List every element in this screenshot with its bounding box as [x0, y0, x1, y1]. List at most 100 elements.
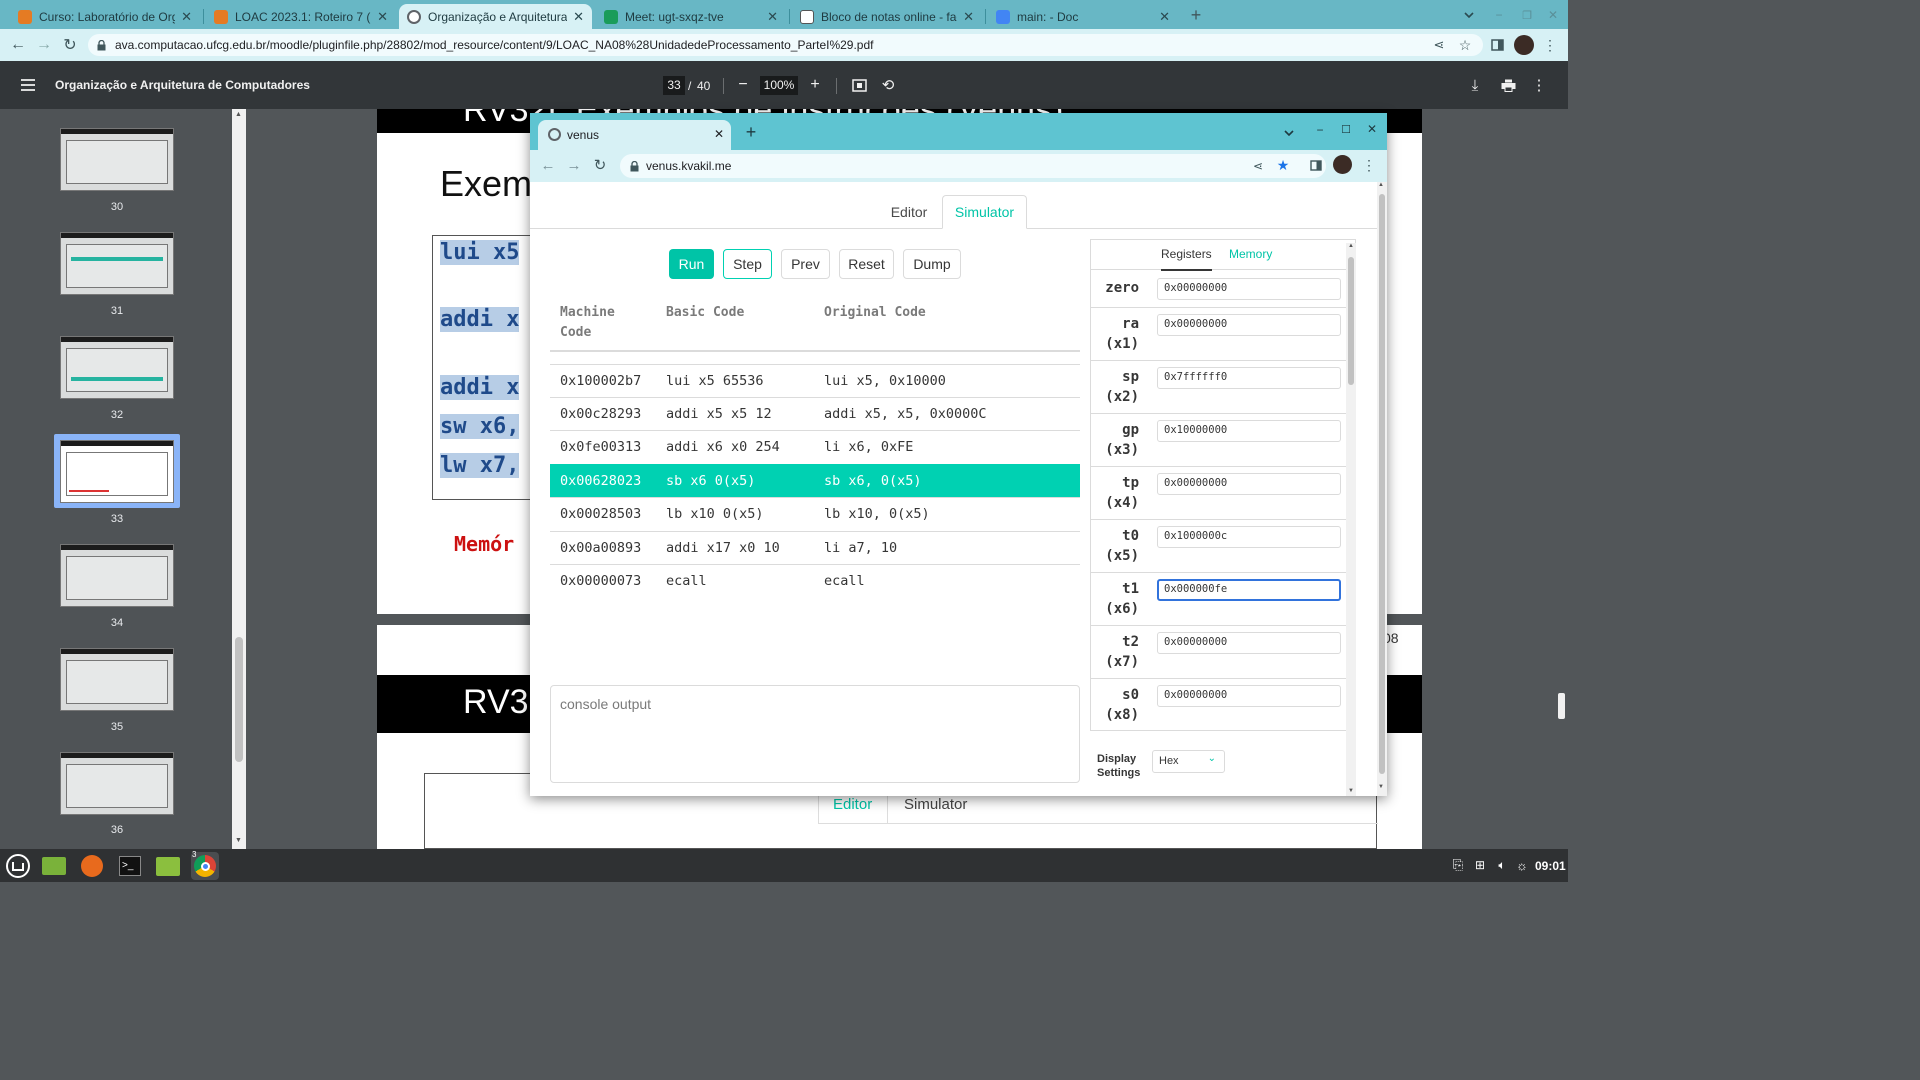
scroll-up-arrow-icon[interactable]: ▲ — [1378, 182, 1384, 188]
side-panel-icon[interactable] — [1488, 36, 1506, 54]
register-value-field[interactable]: 0x00000000 — [1157, 314, 1341, 336]
browser-menu-icon[interactable]: ⋮ — [1542, 36, 1558, 54]
volume-icon[interactable]: 🔈︎ — [1494, 857, 1510, 873]
close-window-icon[interactable]: ✕ — [1544, 6, 1562, 24]
zoom-out-icon[interactable]: − — [734, 76, 752, 94]
pdf-scrollbar[interactable] — [1555, 109, 1568, 849]
program-row[interactable]: 0x00028503 lb x10 0(x5) lb x10, 0(x5) — [550, 497, 1080, 530]
register-scrollbar-thumb[interactable] — [1348, 257, 1354, 385]
zoom-in-icon[interactable]: + — [806, 76, 824, 94]
program-row[interactable]: 0x00000073 ecall ecall — [550, 564, 1080, 597]
browser-menu-icon[interactable]: ⋮ — [1362, 156, 1376, 174]
minimize-window-icon[interactable]: − — [1490, 6, 1508, 24]
lock-icon[interactable] — [628, 160, 640, 172]
register-value-field[interactable]: 0x1000000c — [1157, 526, 1341, 548]
tab-search-icon[interactable] — [1281, 125, 1297, 141]
register-scrollbar[interactable]: ▲ ▼ — [1346, 243, 1356, 796]
pdf-more-icon[interactable]: ⋮ — [1532, 76, 1547, 94]
venus-address-bar[interactable]: venus.kvakil.me ⋖ ★ — [620, 154, 1326, 178]
register-value-field-focused[interactable]: 0x000000fe — [1157, 579, 1341, 601]
lock-icon[interactable] — [94, 38, 108, 52]
chrome-taskbar-icon[interactable]: 3 — [191, 850, 219, 880]
browser-tab-roteiro[interactable]: LOAC 2023.1: Roteiro 7 (Parte ✕ — [206, 4, 396, 29]
new-tab-button[interactable]: + — [742, 122, 760, 142]
step-button[interactable]: Step — [723, 249, 772, 279]
thumbnail-scrollbar-thumb[interactable] — [235, 637, 243, 762]
print-icon[interactable] — [1498, 76, 1518, 94]
start-menu-icon[interactable] — [4, 852, 32, 880]
back-icon[interactable]: ← — [8, 35, 28, 55]
bookmark-star-icon[interactable]: ☆ — [1456, 36, 1474, 54]
thumbnail-scrollbar[interactable]: ▲ ▼ — [232, 109, 246, 849]
thumbnail-page-36[interactable] — [60, 752, 174, 815]
clipboard-icon[interactable]: ⎘ — [1450, 857, 1466, 873]
reset-button[interactable]: Reset — [839, 249, 894, 279]
venus-page-scrollbar[interactable]: ▲ ▼ — [1377, 182, 1387, 796]
dump-button[interactable]: Dump — [903, 249, 961, 279]
register-value-field[interactable]: 0x00000000 — [1157, 473, 1341, 495]
fit-page-icon[interactable] — [850, 76, 868, 94]
scroll-down-arrow-icon[interactable]: ▼ — [235, 837, 242, 844]
terminal-icon[interactable]: >_ — [116, 852, 144, 880]
zoom-level-input[interactable]: 100% — [760, 76, 798, 95]
clock[interactable]: 09:01 — [1535, 859, 1566, 873]
browser-tab-notepad[interactable]: Bloco de notas online - faça ✕ — [792, 4, 982, 29]
console-output[interactable]: console output — [550, 685, 1080, 783]
thumbnail-page-30[interactable] — [60, 128, 174, 191]
tab-registers[interactable]: Registers — [1161, 247, 1212, 271]
show-desktop-icon[interactable] — [40, 852, 68, 880]
register-value-field[interactable]: 0x00000000 — [1157, 278, 1341, 300]
close-tab-icon[interactable]: ✕ — [573, 9, 584, 25]
new-tab-button[interactable]: + — [1186, 5, 1206, 25]
brightness-icon[interactable]: ☼ — [1514, 857, 1530, 873]
maximize-window-icon[interactable]: ☐ — [1338, 121, 1354, 137]
venus-tab[interactable]: venus ✕ — [538, 120, 731, 150]
browser-tab-meet[interactable]: Meet: ugt-sxqz-tve ✕ — [596, 4, 786, 29]
hamburger-menu-icon[interactable] — [18, 77, 38, 93]
share-icon[interactable]: ⋖ — [1430, 36, 1448, 54]
register-value-field[interactable]: 0x7ffffff0 — [1157, 367, 1341, 389]
program-row-current[interactable]: 0x00628023 sb x6 0(x5) sb x6, 0(x5) — [550, 464, 1080, 497]
minimize-window-icon[interactable]: − — [1312, 122, 1328, 138]
profile-avatar[interactable] — [1333, 155, 1352, 174]
register-value-field[interactable]: 0x10000000 — [1157, 420, 1341, 442]
tab-editor[interactable]: Editor — [876, 195, 942, 229]
forward-icon[interactable]: → — [565, 155, 583, 175]
tab-memory[interactable]: Memory — [1229, 247, 1272, 261]
close-tab-icon[interactable]: ✕ — [377, 9, 388, 25]
network-icon[interactable]: ⊞ — [1472, 857, 1488, 873]
thumbnail-page-34[interactable] — [60, 544, 174, 607]
share-icon[interactable]: ⋖ — [1250, 158, 1266, 174]
forward-icon[interactable]: → — [34, 35, 54, 55]
scroll-down-arrow-icon[interactable]: ▼ — [1348, 788, 1354, 794]
download-icon[interactable]: ⤓ — [1466, 76, 1484, 94]
tab-simulator[interactable]: Simulator — [942, 195, 1027, 229]
reload-icon[interactable]: ↻ — [591, 155, 609, 175]
close-tab-icon[interactable]: ✕ — [181, 9, 192, 25]
scroll-down-arrow-icon[interactable]: ▼ — [1378, 784, 1384, 790]
page-number-input[interactable]: 33 — [663, 76, 685, 95]
scroll-up-arrow-icon[interactable]: ▲ — [235, 111, 242, 118]
thumbnail-page-31[interactable] — [60, 232, 174, 295]
reload-icon[interactable]: ↻ — [60, 35, 80, 55]
program-row[interactable]: 0x100002b7 lui x5 65536 lui x5, 0x10000 — [550, 364, 1080, 397]
browser-tab-doc[interactable]: main: - Doc ✕ — [988, 4, 1178, 29]
close-tab-icon[interactable]: ✕ — [1159, 9, 1170, 25]
back-icon[interactable]: ← — [539, 155, 557, 175]
pdf-scrollbar-thumb[interactable] — [1558, 693, 1565, 719]
side-panel-icon[interactable] — [1308, 157, 1324, 173]
program-row[interactable]: 0x0fe00313 addi x6 x0 254 li x6, 0xFE — [550, 430, 1080, 463]
venus-page-scrollbar-thumb[interactable] — [1379, 194, 1385, 774]
tab-search-icon[interactable] — [1460, 6, 1478, 24]
firefox-icon[interactable] — [78, 852, 106, 880]
display-mode-select[interactable]: Hex ⌄ — [1152, 750, 1225, 773]
profile-avatar[interactable] — [1514, 35, 1534, 55]
prev-button[interactable]: Prev — [781, 249, 830, 279]
browser-tab-course[interactable]: Curso: Laboratório de Organ ✕ — [10, 4, 200, 29]
close-tab-icon[interactable]: ✕ — [767, 9, 778, 25]
register-value-field[interactable]: 0x00000000 — [1157, 685, 1341, 707]
thumbnail-page-32[interactable] — [60, 336, 174, 399]
maximize-window-icon[interactable]: ❐ — [1518, 6, 1536, 24]
rotate-icon[interactable]: ⟲ — [879, 76, 897, 94]
run-button[interactable]: Run — [669, 249, 714, 279]
